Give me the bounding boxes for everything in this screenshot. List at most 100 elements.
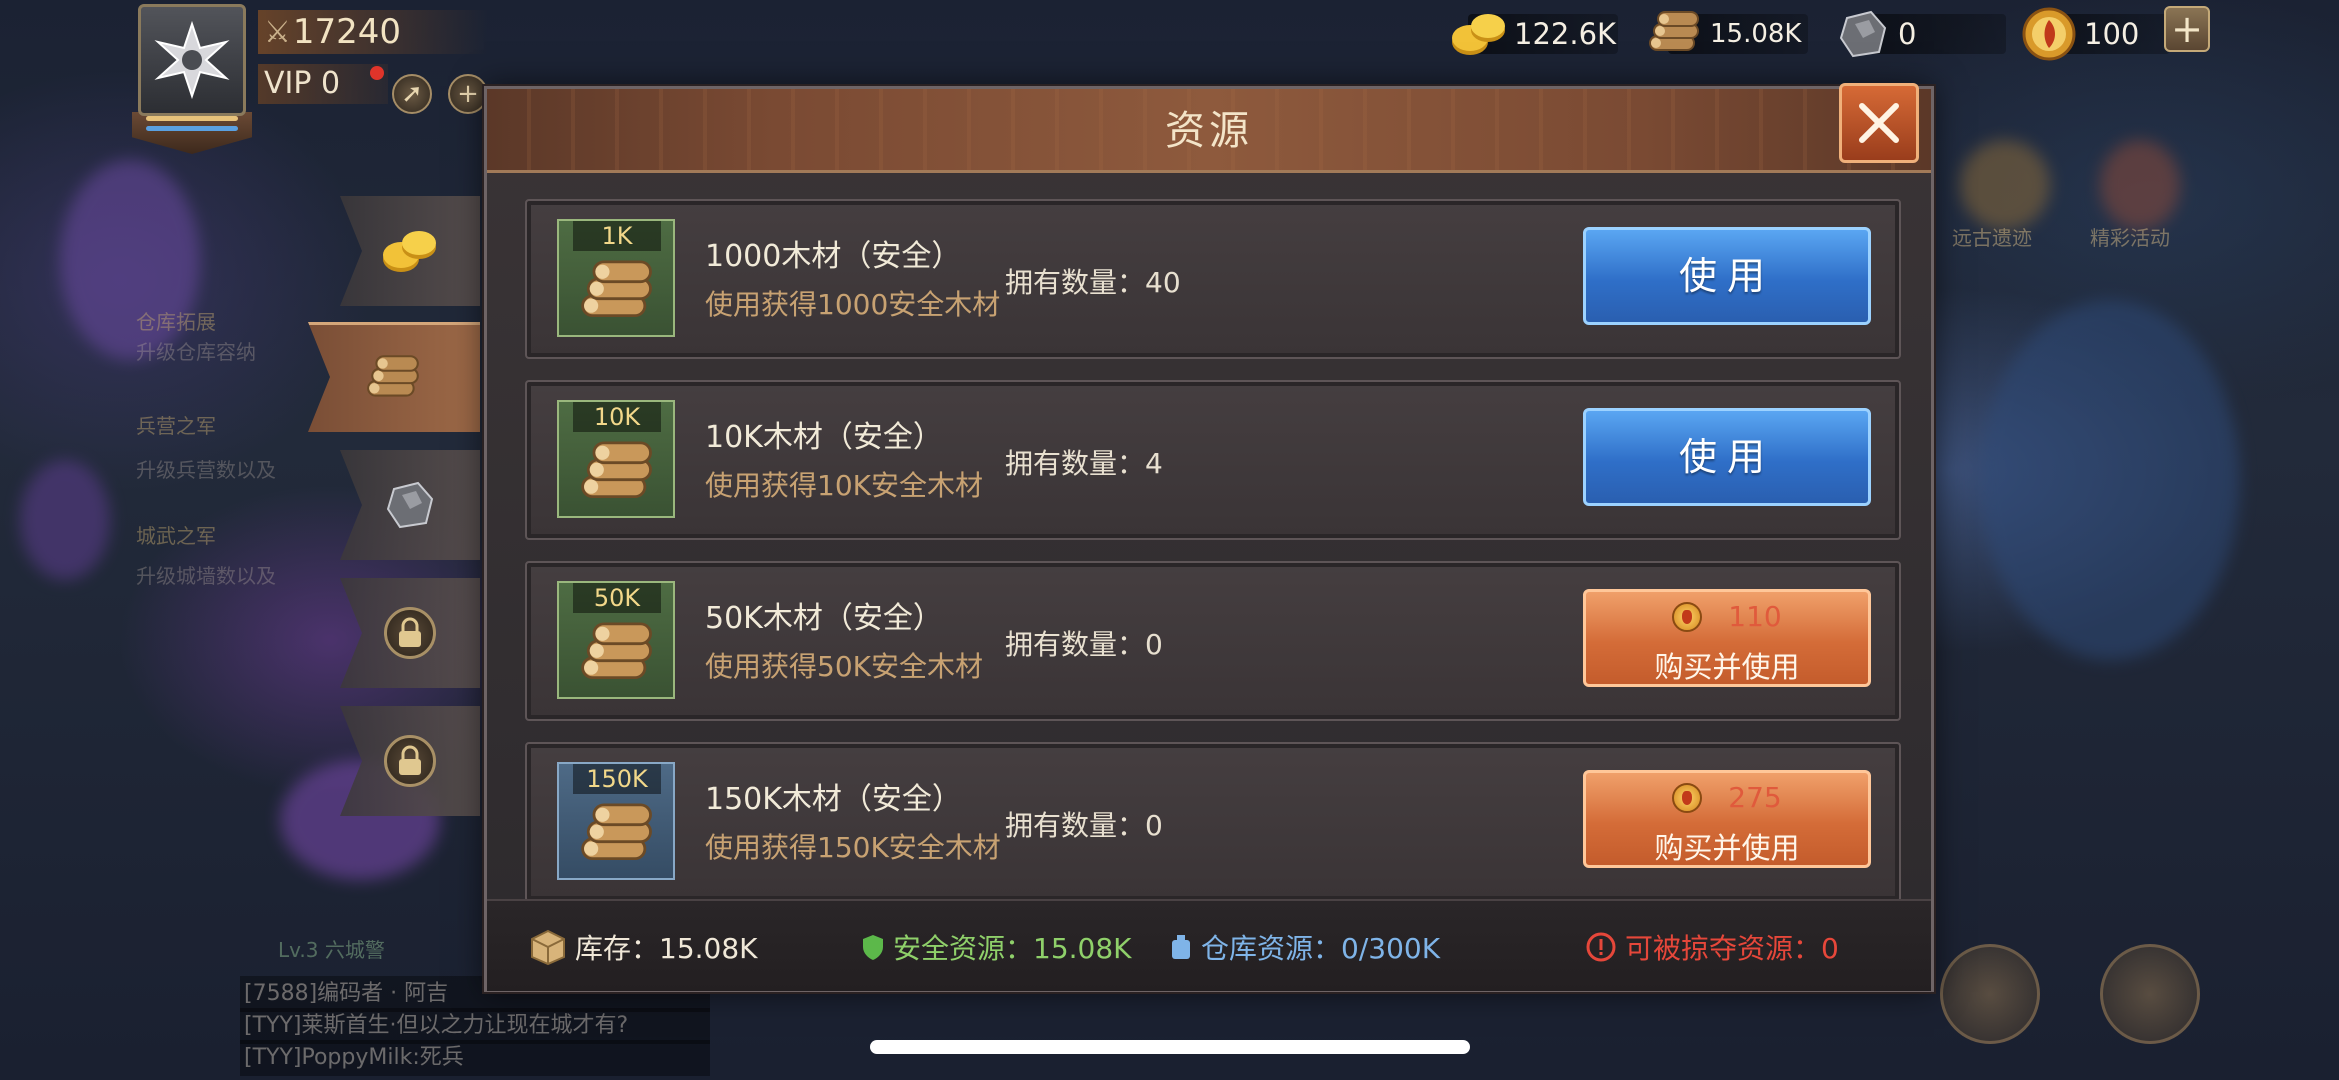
stone-resource[interactable]: 0 xyxy=(1834,6,1916,62)
plus-icon[interactable]: + xyxy=(448,74,488,114)
tab-stone[interactable] xyxy=(340,450,480,560)
price-value: 110 xyxy=(1728,600,1782,633)
item-tag: 50K xyxy=(573,583,661,613)
owned-value: 40 xyxy=(1145,266,1181,299)
vip-level[interactable]: VIP 0 xyxy=(258,64,388,104)
coins-icon xyxy=(1450,6,1508,62)
item-tag: 150K xyxy=(573,764,661,794)
item-name: 150K木材（安全） xyxy=(705,782,962,817)
list-item: 150K 150K木材（安全） 使用获得150K安全木材 拥有数量：0 275 … xyxy=(525,742,1901,899)
stock-info: 库存：15.08K xyxy=(529,927,758,967)
buy-and-use-button[interactable]: 275 购买并使用 xyxy=(1583,770,1871,868)
item-icon: 150K xyxy=(557,762,675,880)
avatar-stamina-bar xyxy=(146,126,238,131)
item-tag: 1K xyxy=(573,221,661,251)
level-text: Lv.3 六城警 xyxy=(278,938,385,962)
item-description: 使用获得10K安全木材 xyxy=(705,469,983,502)
background-text: 城武之军 xyxy=(136,524,216,548)
item-name: 10K木材（安全） xyxy=(705,420,943,455)
stone-icon xyxy=(386,481,434,529)
buy-label: 购买并使用 xyxy=(1654,650,1800,684)
list-item: 10K 10K木材（安全） 使用获得10K安全木材 拥有数量：4 使用 xyxy=(525,380,1901,540)
owned-label: 拥有数量： xyxy=(1005,809,1146,842)
tab-wood[interactable] xyxy=(308,322,480,432)
avatar[interactable] xyxy=(138,4,246,116)
tab-locked[interactable] xyxy=(340,578,480,688)
bottom-menu-button[interactable] xyxy=(1940,944,2040,1044)
power-value: 17240 xyxy=(292,12,402,52)
crossed-swords-icon: ⚔ xyxy=(264,14,291,50)
use-button[interactable]: 使用 xyxy=(1583,227,1871,325)
background-text: 升级兵营数以及 xyxy=(136,458,276,482)
power-display: ⚔ 17240 xyxy=(258,10,488,54)
use-button[interactable]: 使用 xyxy=(1583,408,1871,506)
item-name: 50K木材（安全） xyxy=(705,601,943,636)
background-text: 升级仓库容纳 xyxy=(136,340,256,364)
warehouse-info: 仓库资源：0/300K xyxy=(1169,927,1440,967)
bottom-menu-button[interactable] xyxy=(2100,944,2200,1044)
price: 110 xyxy=(1586,600,1868,633)
background-label: 精彩活动 xyxy=(2090,226,2170,250)
background-text: 升级城墙数以及 xyxy=(136,564,276,588)
buy-and-use-button[interactable]: 110 购买并使用 xyxy=(1583,589,1871,687)
background-label: 远古遗迹 xyxy=(1952,226,2032,250)
safe-resource-info: 安全资源：15.08K xyxy=(861,927,1132,967)
safe-resource-text: 安全资源：15.08K xyxy=(893,932,1132,965)
owned-label: 拥有数量： xyxy=(1005,447,1146,480)
buy-gems-button[interactable]: + xyxy=(2164,6,2210,52)
notification-dot xyxy=(370,66,384,80)
owned-count: 拥有数量：0 xyxy=(1005,804,1163,844)
owned-value: 4 xyxy=(1145,447,1163,480)
owned-count: 拥有数量：0 xyxy=(1005,623,1163,663)
owned-value: 0 xyxy=(1145,809,1163,842)
lock-icon xyxy=(384,607,436,659)
warehouse-text: 仓库资源：0/300K xyxy=(1201,932,1441,965)
warning-icon xyxy=(1585,931,1617,963)
owned-label: 拥有数量： xyxy=(1005,628,1146,661)
gold-resource[interactable]: 122.6K xyxy=(1450,6,1616,62)
logs-icon xyxy=(367,354,419,397)
shield-icon xyxy=(861,933,885,961)
item-icon: 50K xyxy=(557,581,675,699)
plunderable-text: 可被掠夺资源：0 xyxy=(1625,932,1839,965)
logs-icon xyxy=(581,622,652,680)
close-icon xyxy=(1859,103,1899,143)
background-blob xyxy=(1960,140,2050,230)
logs-icon xyxy=(581,260,652,318)
item-description: 使用获得1000安全木材 xyxy=(705,288,1001,321)
tab-gold[interactable] xyxy=(340,196,480,306)
item-list[interactable]: 1K 1000木材（安全） 使用获得1000安全木材 拥有数量：40 使用 10… xyxy=(525,199,1901,899)
home-indicator[interactable] xyxy=(870,1040,1470,1054)
lock-icon xyxy=(384,735,436,787)
coins-icon xyxy=(383,231,436,272)
logs-icon xyxy=(581,803,652,861)
gem-amount: 100 xyxy=(2084,17,2140,51)
price-value: 275 xyxy=(1728,781,1782,814)
item-description: 使用获得150K安全木材 xyxy=(705,831,1001,864)
gem-icon xyxy=(2020,6,2078,62)
background-text: 仓库拓展 xyxy=(136,310,216,334)
gem-resource[interactable]: 100 xyxy=(2020,6,2139,62)
chat-line[interactable]: [TYY]PoppyMilk:死兵 xyxy=(240,1040,710,1076)
chat-line[interactable]: [TYY]莱斯首生·但以之力让现在城才有? xyxy=(240,1008,710,1044)
crate-icon xyxy=(529,928,567,966)
item-description: 使用获得50K安全木材 xyxy=(705,650,983,683)
stone-amount: 0 xyxy=(1898,17,1917,51)
item-name: 1000木材（安全） xyxy=(705,239,962,274)
background-blob xyxy=(1980,300,2240,660)
gem-icon xyxy=(1672,601,1703,632)
gem-icon xyxy=(1672,782,1703,813)
wood-amount: 15.08K xyxy=(1710,19,1802,49)
owned-value: 0 xyxy=(1145,628,1163,661)
price: 275 xyxy=(1586,781,1868,814)
background-text: 兵营之军 xyxy=(136,414,216,438)
arrow-up-icon[interactable]: ➚ xyxy=(392,74,432,114)
wood-resource[interactable]: 15.08K xyxy=(1646,6,1801,62)
dialog-title: 资源 xyxy=(1165,108,1253,154)
dialog-footer: 库存：15.08K 安全资源：15.08K 仓库资源：0/300K 可被掠夺资源… xyxy=(487,899,1931,991)
close-button[interactable] xyxy=(1839,83,1919,163)
owned-count: 拥有数量：40 xyxy=(1005,261,1181,301)
list-item: 1K 1000木材（安全） 使用获得1000安全木材 拥有数量：40 使用 xyxy=(525,199,1901,359)
buy-label: 购买并使用 xyxy=(1654,831,1800,865)
resource-dialog: 资源 1K 1000木材（安全） 使用获得1000安全木材 拥有数量：40 使用… xyxy=(484,83,1934,992)
